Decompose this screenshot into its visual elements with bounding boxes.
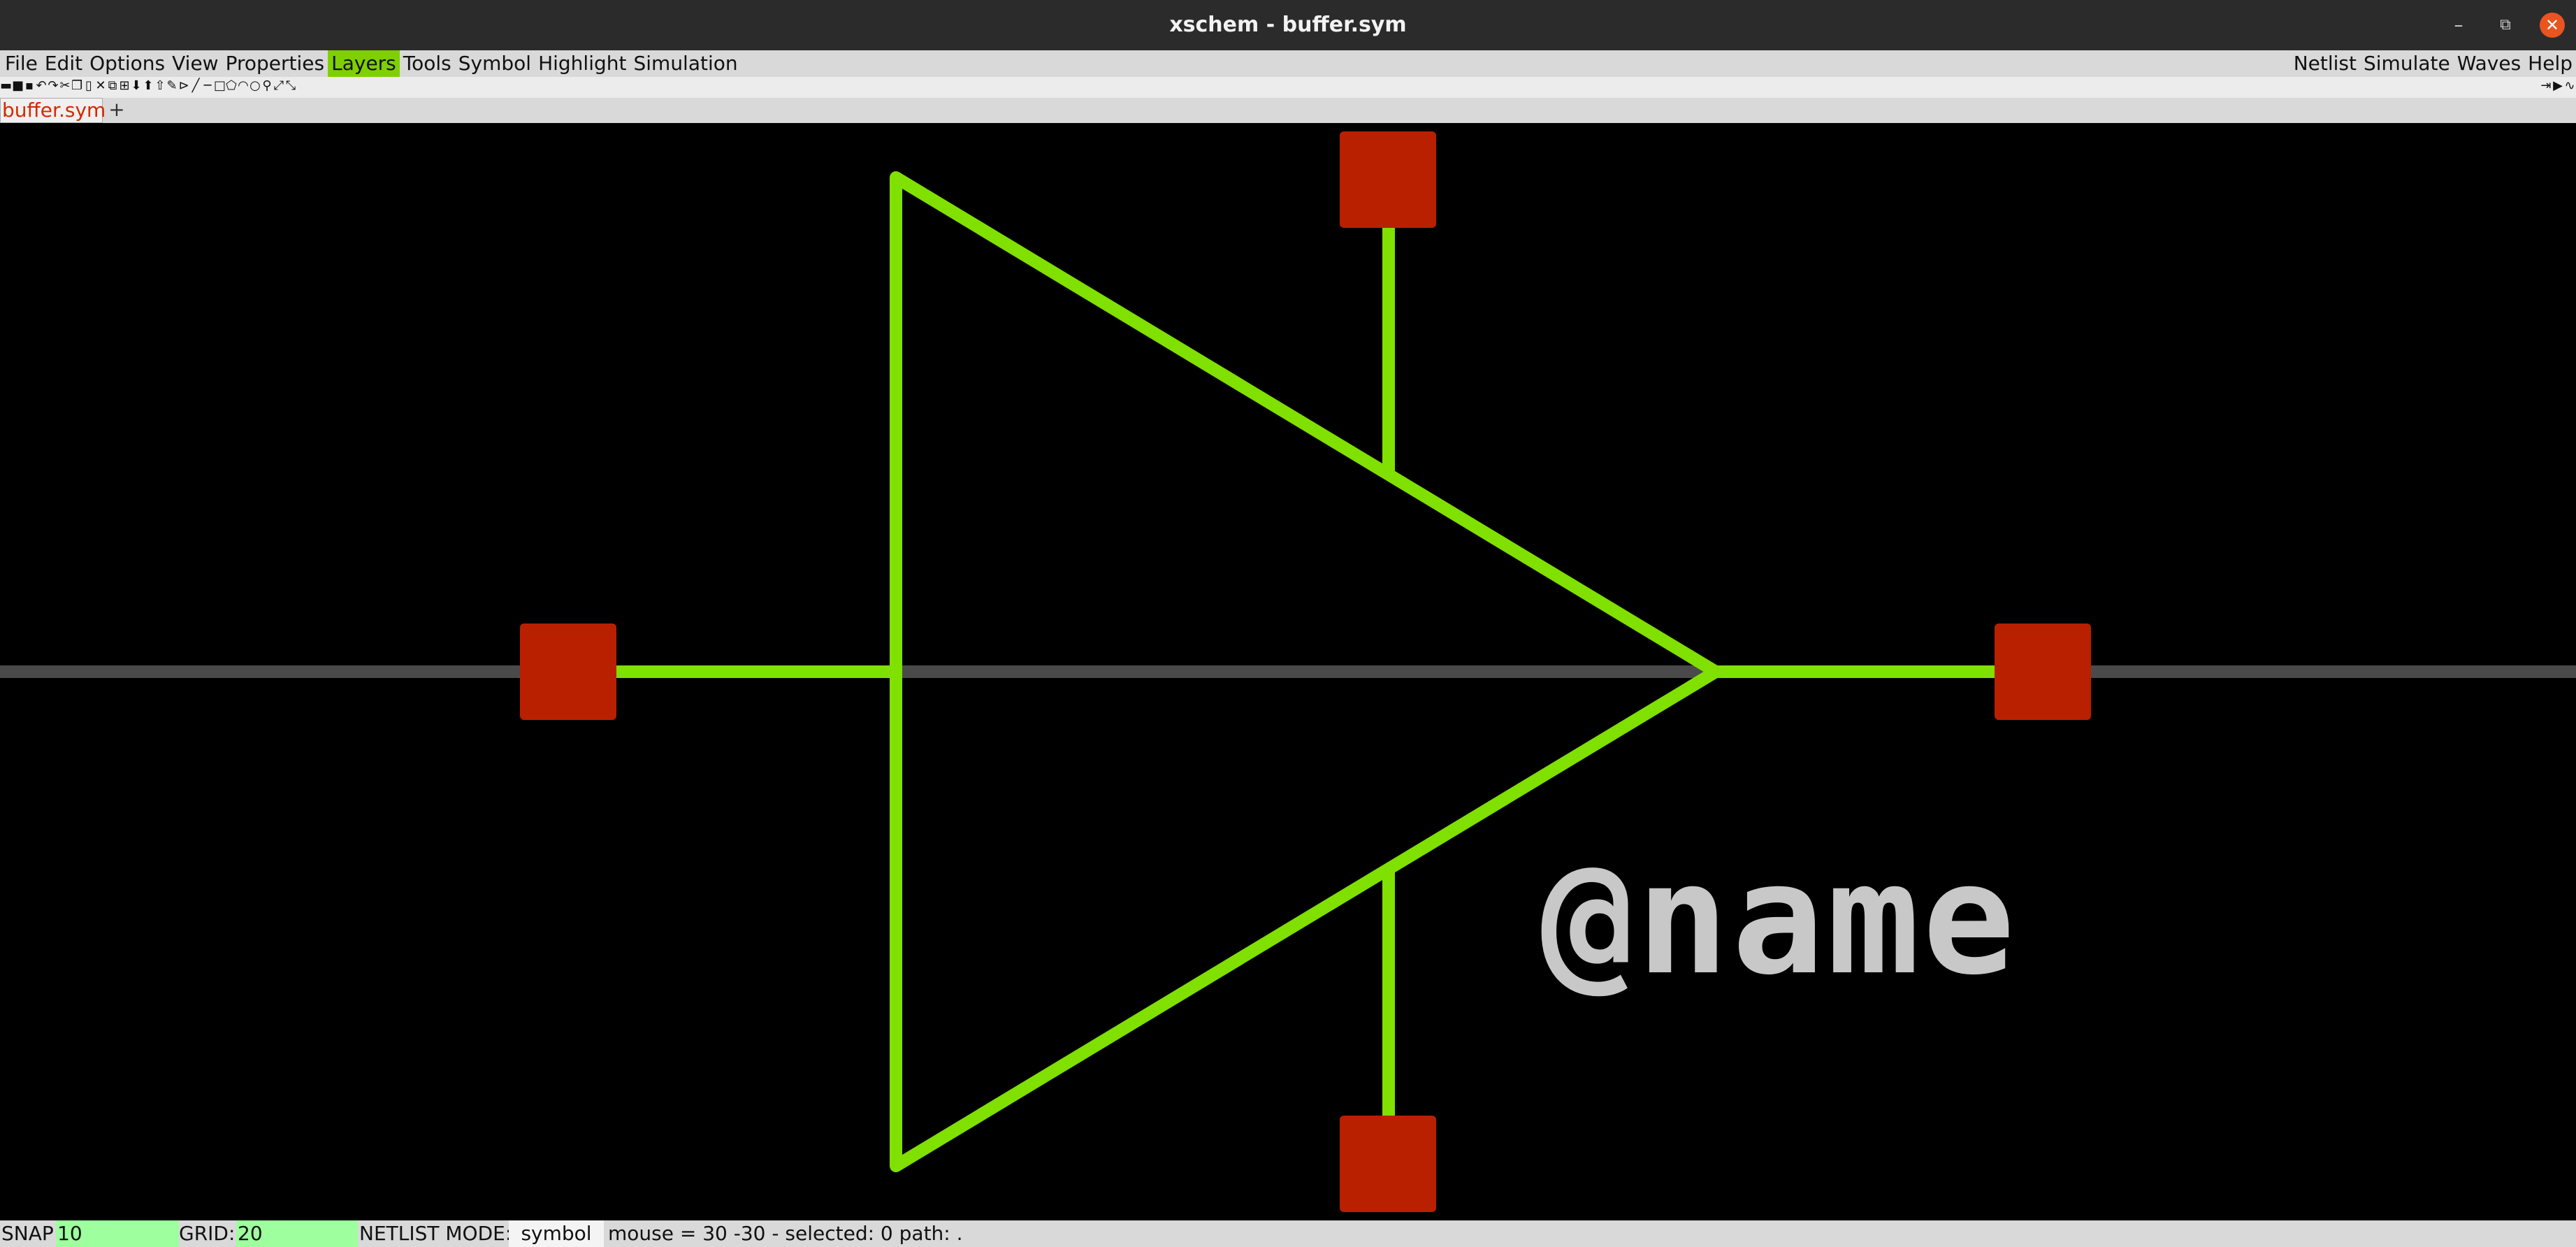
symbol-name-attribute[interactable]: @name <box>1541 830 2018 1009</box>
menu-tools[interactable]: Tools <box>400 50 455 77</box>
simulate-icon[interactable]: ▶ <box>2552 78 2563 94</box>
move-icon[interactable]: ⊞ <box>119 78 130 94</box>
window-title: xschem - buffer.sym <box>1169 13 1407 37</box>
copy-icon[interactable]: ❐ <box>71 78 82 94</box>
snap-label: SNAP: <box>1 1222 61 1245</box>
menu-highlight[interactable]: Highlight <box>535 50 630 77</box>
menu-help[interactable]: Help <box>2524 50 2576 77</box>
save-as-icon[interactable]: ▪ <box>24 78 35 94</box>
undo-icon[interactable]: ↶ <box>36 78 47 94</box>
wire-icon[interactable]: ╱ <box>190 78 201 94</box>
paste-icon[interactable]: ▯ <box>83 78 94 94</box>
bottom-pin[interactable] <box>1340 1116 1436 1212</box>
arc-icon[interactable]: ◠ <box>238 78 249 94</box>
menu-properties[interactable]: Properties <box>222 50 328 77</box>
schematic-canvas[interactable]: @name <box>0 123 2576 1220</box>
menu-simulate[interactable]: Simulate <box>2360 50 2454 77</box>
zoom-icon[interactable]: ⚲ <box>261 78 273 94</box>
toolbar: ▬ ■ ▪ ↶ ↷ ✂ ❐ ▯ ✕ ⧉ ⊞ ⬇ ⬆ ⇧ ✎ ⊳ ╱ ─ □ ⬠ ◠ ○ ⚲ ⤢ ⤡ ⇥ ▶ ∿ <box>0 77 2576 98</box>
maximize-icon[interactable]: ⧉ <box>2493 13 2518 38</box>
menu-left: File Edit Options View Properties Layers Tools… <box>1 50 741 77</box>
select-icon[interactable]: ✎ <box>166 78 178 94</box>
title-bar: xschem - buffer.sym – ⧉ ✕ <box>0 0 2576 50</box>
label-icon[interactable]: ⊳ <box>178 78 189 94</box>
duplicate-icon[interactable]: ⧉ <box>107 78 118 94</box>
save-icon[interactable]: ■ <box>12 78 24 94</box>
snap-input[interactable]: 10 <box>56 1220 179 1247</box>
open-icon[interactable]: ▬ <box>0 78 12 94</box>
toolbar-buttons: ▬ ■ ▪ ↶ ↷ ✂ ❐ ▯ ✕ ⧉ ⊞ ⬇ ⬆ ⇧ ✎ ⊳ ╱ ─ □ ⬠ ◠ ○ ⚲ ⤢ ⤡ <box>0 78 297 94</box>
output-pin[interactable] <box>1995 624 2091 720</box>
cut-icon[interactable]: ✂ <box>59 78 71 94</box>
menu-bar: File Edit Options View Properties Layers Tools… <box>0 50 2576 78</box>
menu-edit[interactable]: Edit <box>41 50 86 77</box>
input-pin[interactable] <box>520 624 616 720</box>
toolbar-buttons-right: ⇥ ▶ ∿ <box>2540 78 2576 94</box>
symbol-drawing: @name <box>0 131 2576 1212</box>
zoom-full-icon[interactable]: ⤡ <box>285 78 296 94</box>
netlist-mode-label: NETLIST MODE: <box>359 1222 512 1245</box>
minimize-icon[interactable]: – <box>2446 13 2471 38</box>
menu-simulation[interactable]: Simulation <box>630 50 741 77</box>
close-icon[interactable]: ✕ <box>2540 13 2565 38</box>
zoom-fit-icon[interactable]: ⤢ <box>273 78 284 94</box>
menu-options[interactable]: Options <box>86 50 168 77</box>
menu-view[interactable]: View <box>168 50 222 77</box>
menu-netlist[interactable]: Netlist <box>2290 50 2360 77</box>
grid-input[interactable]: 20 <box>236 1220 358 1247</box>
up-icon[interactable]: ⇧ <box>154 78 166 94</box>
rect-icon[interactable]: □ <box>214 78 226 94</box>
tab-buffer-sym[interactable]: buffer.sym <box>0 98 106 123</box>
menu-file[interactable]: File <box>1 50 41 77</box>
redo-icon[interactable]: ↷ <box>48 78 59 94</box>
line-icon[interactable]: ─ <box>202 78 213 94</box>
status-bar: SNAP: 10 GRID: 20 NETLIST MODE: symbol m… <box>0 1220 2576 1247</box>
status-info: mouse = 30 -30 - selected: 0 path: . <box>608 1222 963 1245</box>
push-icon[interactable]: ⬇ <box>131 78 142 94</box>
grid-label: GRID: <box>179 1222 236 1245</box>
waves-icon[interactable]: ∿ <box>2564 78 2575 94</box>
netlist-mode-value[interactable]: symbol <box>509 1220 604 1247</box>
tab-bar: buffer.sym + <box>0 98 2576 123</box>
circle-icon[interactable]: ○ <box>249 78 261 94</box>
add-tab-button[interactable]: + <box>106 100 127 120</box>
menu-right: Netlist Simulate Waves Help <box>2290 50 2576 77</box>
menu-layers[interactable]: Layers <box>328 50 400 77</box>
delete-icon[interactable]: ✕ <box>95 78 106 94</box>
pop-icon[interactable]: ⬆ <box>143 78 154 94</box>
polygon-icon[interactable]: ⬠ <box>226 78 237 94</box>
menu-symbol[interactable]: Symbol <box>455 50 535 77</box>
top-pin[interactable] <box>1340 131 1436 228</box>
menu-waves[interactable]: Waves <box>2454 50 2524 77</box>
netlist-icon[interactable]: ⇥ <box>2540 78 2552 94</box>
